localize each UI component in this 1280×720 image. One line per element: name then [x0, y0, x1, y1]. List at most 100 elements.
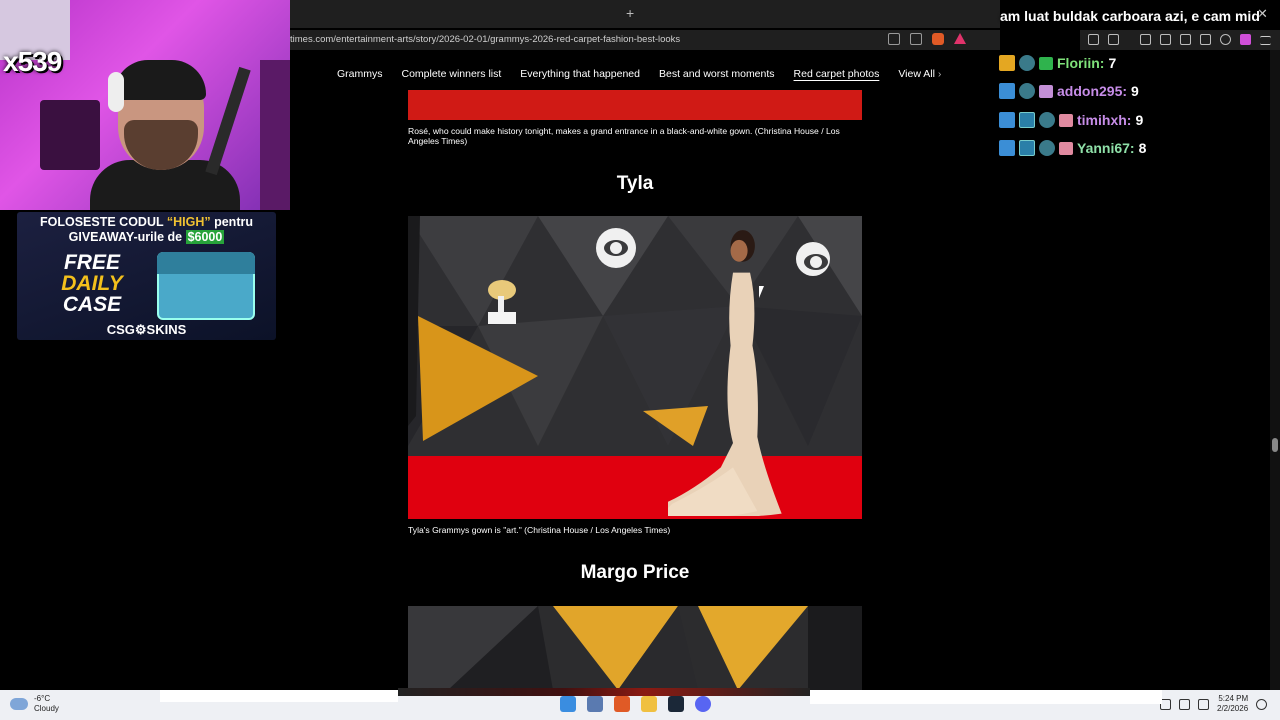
slime-badge-icon: [1039, 112, 1055, 128]
gift-icon: [1059, 141, 1073, 155]
chevron-right-icon: ›: [937, 68, 942, 80]
grammy-gramophone-icon: [488, 280, 516, 324]
url-icons: [888, 33, 966, 45]
leaderboard-row: timihxh: 9: [999, 110, 1143, 130]
section-heading-margo-price: Margo Price: [580, 562, 690, 583]
wallet-icon[interactable]: [1180, 34, 1191, 45]
section-heading-tyla: Tyla: [616, 173, 654, 194]
leaderboard-value: 9: [1135, 112, 1144, 128]
taskbar-preview-strip: [398, 688, 810, 696]
nav-winners-list[interactable]: Complete winners list: [402, 68, 502, 80]
screen: + times.com/entertainment-arts/story/202…: [0, 0, 1280, 720]
photo-caption-tyla: Tyla's Grammys gown is "art." (Christina…: [408, 525, 671, 535]
leaderboard-name: Floriin:: [1057, 55, 1105, 71]
promo-case: CASE: [62, 293, 122, 316]
slime-badge-icon: [1019, 83, 1035, 99]
leo-ai-icon[interactable]: [1200, 34, 1211, 45]
promo-amount: $6000: [185, 230, 225, 244]
file-explorer-icon[interactable]: [641, 696, 657, 712]
combo-counter: x539: [3, 46, 62, 77]
weather-condition: Cloudy: [34, 704, 59, 713]
promo-line1-b: pentru: [210, 215, 253, 229]
menu-icon[interactable]: [1260, 36, 1271, 45]
sponsor-promo-banner: FOLOSESTE CODUL “HIGH” pentru GIVEAWAY-u…: [17, 212, 276, 340]
weather-temp: -6°C: [34, 694, 51, 703]
promo-line2-a: GIVEAWAY-urile de: [68, 230, 186, 244]
scrollbar-thumb[interactable]: [1272, 438, 1278, 452]
browser-tab-bar: +: [290, 0, 1000, 28]
tier-badge-icon: [1019, 140, 1035, 156]
steam-icon[interactable]: [668, 696, 684, 712]
task-view-icon[interactable]: [587, 696, 603, 712]
leaderboard-row: addon295: 9: [999, 81, 1139, 101]
tyla-photo[interactable]: [408, 216, 862, 519]
gift-icon: [1039, 56, 1053, 70]
screenshot-icon[interactable]: [1108, 34, 1119, 45]
cbs-logo-icon: [596, 228, 636, 268]
streamer: [90, 60, 251, 210]
nav-grammys[interactable]: Grammys: [337, 68, 383, 80]
gift-icon: [1039, 84, 1053, 98]
extensions-icon[interactable]: [1088, 34, 1099, 45]
mouse-cursor-icon: [759, 286, 764, 298]
share-icon[interactable]: [910, 33, 922, 45]
promo-line1-a: FOLOSESTE CODUL: [40, 215, 167, 229]
previous-photo-bottom: [408, 90, 862, 120]
promo-brand: CSG⚙SKINS: [106, 322, 187, 337]
media-icon[interactable]: [1140, 34, 1151, 45]
hammer-badge-icon: [999, 112, 1015, 128]
chat-message: am luat buldak carboara azi, e cam mid: [1000, 8, 1260, 24]
hammer-badge-icon: [999, 140, 1015, 156]
leaderboard-name: Yanni67:: [1077, 140, 1135, 156]
crown-icon: [999, 55, 1015, 71]
clock[interactable]: 5:24 PM 2/2/2026: [1217, 694, 1248, 714]
network-icon[interactable]: [1179, 698, 1190, 710]
slime-badge-icon: [1019, 55, 1035, 71]
start-icon[interactable]: [560, 696, 576, 712]
hammer-badge-icon: [999, 83, 1015, 99]
leaderboard-name: timihxh:: [1077, 112, 1132, 128]
clock-date: 2/2/2026: [1217, 704, 1249, 713]
discord-icon[interactable]: [695, 696, 711, 712]
notification-icon[interactable]: [1256, 698, 1268, 710]
clock-time: 5:24 PM: [1218, 694, 1249, 703]
brave-shields-icon[interactable]: [932, 33, 944, 45]
reader-mode-icon[interactable]: [888, 33, 900, 45]
promo-daily: DAILY: [61, 272, 123, 295]
promo-code: “HIGH”: [166, 215, 211, 229]
cloud-icon: [10, 698, 28, 710]
slime-badge-icon: [1039, 140, 1055, 156]
nav-red-carpet[interactable]: Red carpet photos: [794, 68, 880, 80]
taskbar-apps: [560, 696, 711, 712]
system-tray: 5:24 PM 2/2/2026: [1160, 694, 1268, 714]
leaderboard-row: Yanni67: 8: [999, 138, 1146, 158]
nav-view-all[interactable]: View All ›: [898, 68, 941, 80]
leaderboard-value: 8: [1138, 140, 1147, 156]
promo-text: FOLOSESTE CODUL “HIGH” pentru GIVEAWAY-u…: [17, 215, 276, 245]
leaderboard-name: addon295:: [1057, 83, 1128, 99]
new-tab-button[interactable]: +: [626, 5, 634, 21]
tier-badge-icon: [1019, 112, 1035, 128]
nav-best-worst[interactable]: Best and worst moments: [659, 68, 775, 80]
url-text[interactable]: times.com/entertainment-arts/story/2026-…: [290, 34, 680, 45]
leaderboard-value: 7: [1108, 55, 1117, 71]
photo-caption-rose: Rosé, who could make history tonight, ma…: [408, 126, 840, 146]
nav-everything-happened[interactable]: Everything that happened: [520, 68, 640, 80]
sidebar-icon[interactable]: [1160, 34, 1171, 45]
brave-rewards-icon[interactable]: [954, 33, 966, 44]
profile-icon[interactable]: [1240, 34, 1251, 45]
brave-browser-icon[interactable]: [614, 696, 630, 712]
vpn-icon[interactable]: [1220, 34, 1231, 45]
address-bar[interactable]: times.com/entertainment-arts/story/2026-…: [290, 30, 1000, 50]
site-navigation: Grammys Complete winners list Everything…: [290, 58, 1000, 90]
cbs-logo-icon: [796, 242, 830, 276]
promo-free: FREE: [63, 251, 120, 274]
battery-icon[interactable]: [1198, 698, 1209, 710]
streamer-webcam: x539: [0, 0, 290, 210]
weather-widget[interactable]: -6°C Cloudy: [10, 694, 59, 714]
page-scrollbar[interactable]: [1270, 50, 1280, 690]
tyla-figure: [668, 230, 782, 516]
promo-free-daily-case: FREE DAILY CASE: [47, 252, 137, 315]
browser-extensions-toolbar: [1080, 30, 1280, 50]
margo-price-photo[interactable]: [408, 606, 862, 690]
